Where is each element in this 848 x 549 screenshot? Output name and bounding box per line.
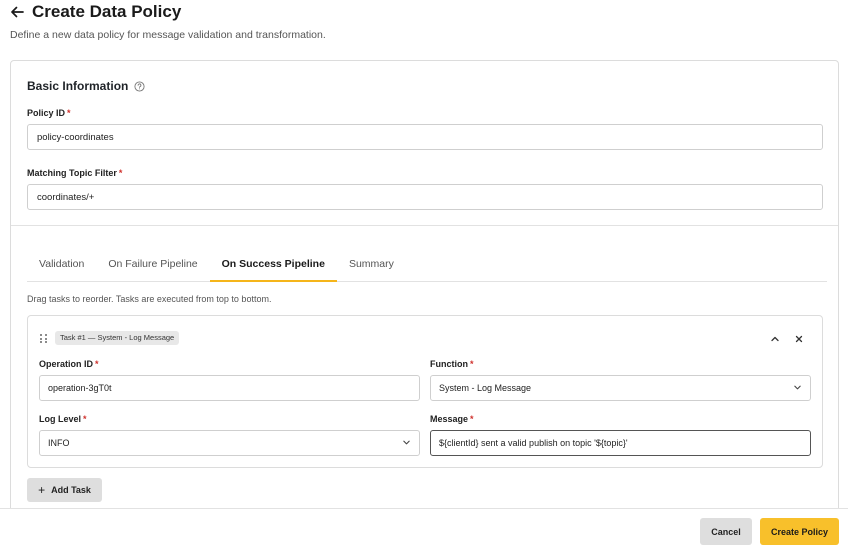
plus-icon: + — [38, 483, 46, 497]
task-card: Task #1 — System - Log Message Operation… — [27, 315, 823, 468]
required-marker: * — [95, 359, 99, 369]
add-task-button[interactable]: + Add Task — [27, 478, 102, 502]
cancel-button[interactable]: Cancel — [700, 518, 752, 545]
function-label-text: Function — [430, 359, 468, 369]
footer-bar: Cancel Create Policy — [0, 508, 848, 549]
section-title-text: Basic Information — [27, 79, 129, 93]
chevron-down-icon — [793, 383, 802, 394]
tab-on-success-pipeline[interactable]: On Success Pipeline — [209, 249, 337, 282]
policy-id-label-text: Policy ID — [27, 108, 66, 118]
page-subtitle: Define a new data policy for message val… — [10, 29, 326, 41]
log-level-label-text: Log Level — [39, 414, 82, 424]
title-row: Create Data Policy — [10, 2, 181, 22]
section-divider — [11, 225, 838, 226]
page-title: Create Data Policy — [32, 2, 182, 21]
operation-id-label: Operation ID * — [39, 359, 99, 369]
back-arrow-icon[interactable] — [10, 4, 26, 20]
operation-id-label-text: Operation ID — [39, 359, 94, 369]
help-icon[interactable] — [134, 80, 145, 92]
drag-handle-icon[interactable] — [40, 334, 48, 344]
add-task-label: Add Task — [51, 485, 91, 495]
policy-form-card: Basic Information Policy ID* Matching To… — [10, 60, 839, 530]
policy-id-input[interactable] — [27, 124, 823, 150]
section-title-basic-information: Basic Information — [27, 79, 145, 93]
required-marker: * — [118, 168, 123, 178]
required-marker: * — [67, 108, 71, 118]
collapse-chevron-up-icon[interactable] — [768, 332, 782, 346]
task-badge: Task #1 — System - Log Message — [55, 331, 180, 345]
tab-on-failure-pipeline[interactable]: On Failure Pipeline — [96, 249, 209, 282]
reorder-hint: Drag tasks to reorder. Tasks are execute… — [27, 294, 272, 304]
message-label: Message * — [430, 414, 474, 424]
tab-summary[interactable]: Summary — [337, 249, 406, 282]
function-label: Function * — [430, 359, 474, 369]
required-marker: * — [83, 414, 87, 424]
message-input[interactable] — [430, 430, 811, 456]
topic-filter-label-text: Matching Topic Filter — [27, 168, 117, 178]
create-policy-button[interactable]: Create Policy — [760, 518, 839, 545]
required-marker: * — [470, 359, 474, 369]
required-marker: * — [470, 414, 474, 424]
chevron-down-icon — [402, 438, 411, 449]
topic-filter-label: Matching Topic Filter * — [27, 168, 122, 178]
operation-id-input[interactable] — [39, 375, 420, 401]
tab-validation[interactable]: Validation — [27, 249, 96, 282]
page-header: Create Data Policy — [10, 2, 181, 22]
topic-filter-input[interactable] — [27, 184, 823, 210]
log-level-label: Log Level * — [39, 414, 87, 424]
log-level-select[interactable]: INFO — [39, 430, 420, 456]
log-level-select-value: INFO — [48, 438, 70, 448]
remove-task-close-icon[interactable] — [792, 332, 806, 346]
function-select[interactable]: System - Log Message — [430, 375, 811, 401]
function-select-value: System - Log Message — [439, 383, 532, 393]
pipeline-tabs: Validation On Failure Pipeline On Succes… — [27, 249, 827, 282]
message-label-text: Message — [430, 414, 469, 424]
policy-id-label: Policy ID * — [27, 108, 71, 118]
